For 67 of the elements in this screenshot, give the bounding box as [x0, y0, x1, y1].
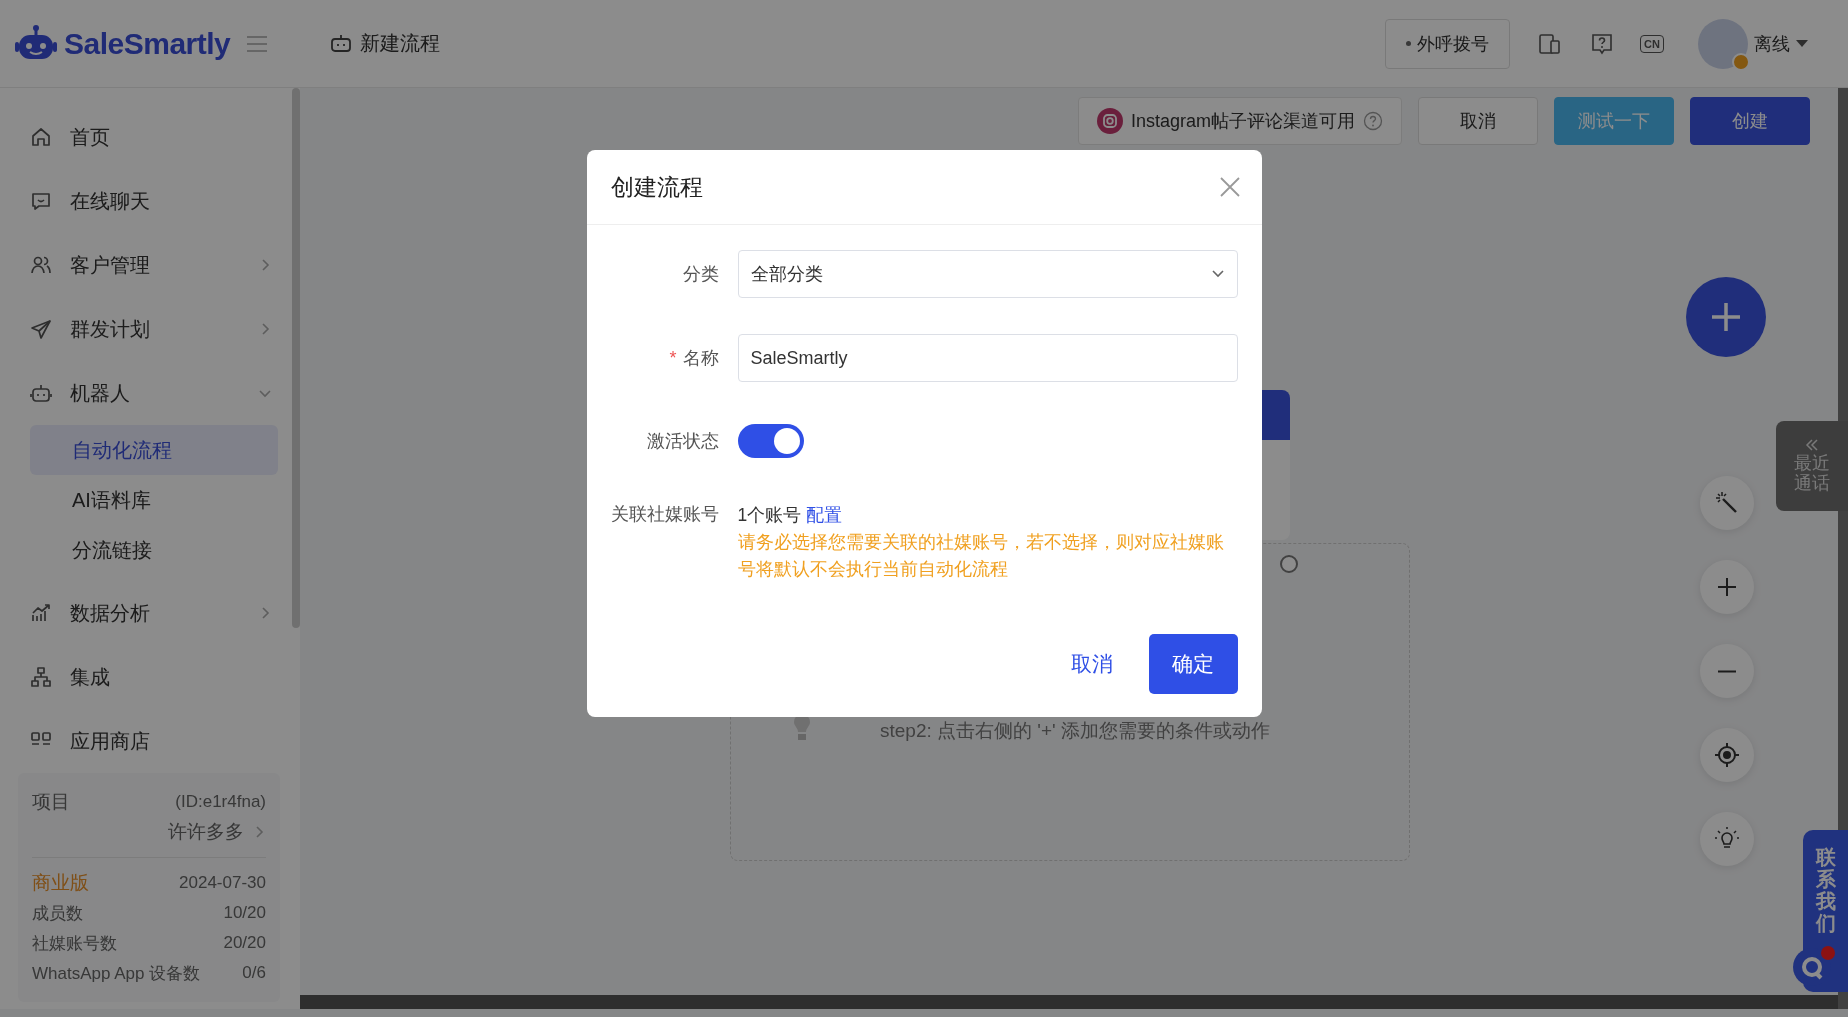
home-icon — [30, 126, 52, 148]
plus-icon — [1716, 576, 1738, 598]
instagram-icon — [1096, 108, 1123, 134]
language-button[interactable]: CN — [1640, 34, 1664, 53]
chevron-icon — [1210, 269, 1225, 279]
field-label: 分类 — [682, 264, 719, 284]
plus-icon — [1710, 301, 1742, 333]
robot-icon — [330, 33, 352, 54]
magic-wand-icon — [1715, 491, 1739, 515]
user-status[interactable]: 离线 — [1754, 31, 1790, 56]
connector-port[interactable] — [1280, 555, 1298, 573]
robot-icon — [30, 382, 52, 404]
field-label: 关联社媒账号 — [610, 504, 719, 524]
chat-icon — [30, 190, 52, 212]
stat-label: WhatsApp App 设备数 — [32, 962, 201, 985]
sidebar-subitem[interactable]: AI语料库 — [30, 475, 278, 525]
network-icon — [30, 666, 52, 688]
configure-link[interactable]: 配置 — [806, 505, 843, 525]
scrollbar[interactable] — [300, 995, 1838, 1009]
channel-notice-text: Instagram帖子评论渠道可用 — [1130, 110, 1355, 133]
double-chevron-icon — [1805, 439, 1819, 451]
dial-button[interactable]: 外呼拨号 — [1385, 18, 1511, 69]
stat-label: 成员数 — [32, 902, 83, 925]
active-switch[interactable] — [737, 424, 804, 458]
project-id: (ID:e1r4fna) — [175, 792, 266, 812]
stat-label: 社媒账号数 — [32, 932, 117, 955]
close-icon[interactable] — [1219, 177, 1240, 197]
field-label: 激活状态 — [646, 431, 719, 451]
scrollbar[interactable] — [292, 88, 300, 628]
chart-icon — [30, 602, 52, 624]
stat-value: 20/20 — [223, 933, 266, 953]
toolbar-button[interactable]: 取消 — [1418, 97, 1538, 145]
warning-text: 请务必选择您需要关联的社媒账号，若不选择，则对应社媒账号将默认不会执行当前自动化流程 — [737, 531, 1225, 581]
dialog-title: 创建流程 — [610, 172, 703, 202]
sidebar-subitem[interactable]: 分流链接 — [30, 525, 278, 575]
account-count: 1个账号 — [737, 505, 802, 525]
project-name[interactable]: 许许多多 — [168, 819, 244, 845]
minus-icon — [1717, 669, 1737, 673]
send-icon — [30, 318, 52, 340]
chat-bubble-icon[interactable] — [1792, 943, 1838, 987]
category-select[interactable]: 全部分类 — [737, 250, 1238, 298]
expiry-date: 2024-07-30 — [179, 873, 266, 893]
toolbar-button[interactable]: 创建 — [1690, 97, 1810, 145]
users-icon — [30, 254, 52, 276]
cancel-button[interactable]: 取消 — [1064, 649, 1119, 679]
field-label: 名称 — [682, 348, 719, 368]
sidebar-item[interactable]: 应用商店 — [0, 709, 300, 773]
brand-name: SaleSmartly — [64, 26, 231, 61]
stat-value: 10/20 — [223, 903, 266, 923]
required-mark: * — [669, 348, 677, 368]
plan-name: 商业版 — [32, 871, 89, 895]
canvas-hint: step2: 点击右侧的 '+' 添加您需要的条件或动作 — [880, 719, 1270, 743]
name-input[interactable]: SaleSmartly — [737, 334, 1238, 382]
sidebar-item[interactable]: 集成 — [0, 645, 300, 709]
page-title: 新建流程 — [360, 31, 440, 56]
stat-value: 0/6 — [242, 963, 266, 983]
avatar[interactable] — [1698, 18, 1748, 69]
project-label: 项目 — [32, 790, 70, 814]
menu-icon[interactable] — [246, 34, 269, 53]
status-dot — [1732, 52, 1750, 71]
sidebar-subitem[interactable]: 自动化流程 — [30, 425, 278, 475]
devices-icon[interactable] — [1538, 31, 1563, 56]
help-icon[interactable] — [1590, 31, 1615, 56]
confirm-button[interactable]: 确定 — [1148, 634, 1238, 694]
help-icon[interactable] — [1363, 111, 1383, 131]
target-icon — [1714, 742, 1740, 768]
caret-icon[interactable] — [1796, 39, 1808, 48]
